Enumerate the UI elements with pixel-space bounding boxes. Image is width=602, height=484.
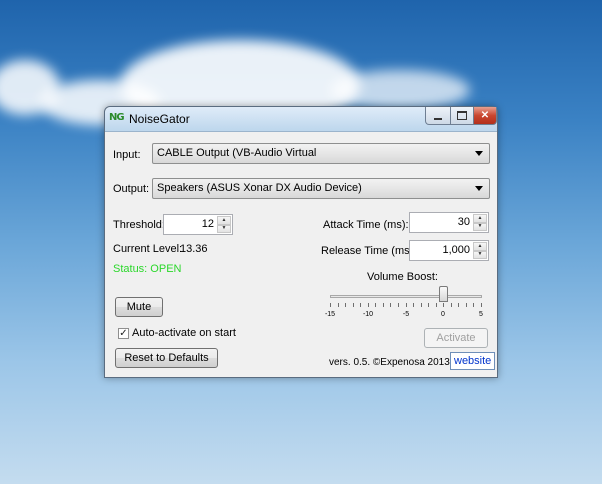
slider-tick <box>368 303 369 307</box>
slider-thumb[interactable] <box>439 286 448 302</box>
minimize-icon <box>434 117 442 120</box>
slider-tick <box>398 303 399 307</box>
slider-tick-label: -5 <box>402 311 410 318</box>
threshold-label: Threshold: <box>113 219 165 231</box>
close-button[interactable]: ✕ <box>473 107 497 125</box>
slider-tick <box>406 303 407 307</box>
window-title: NoiseGator <box>129 112 190 126</box>
slider-tick <box>451 303 452 307</box>
ng-logo-icon: NG <box>109 112 125 123</box>
input-device-value: CABLE Output (VB-Audio Virtual <box>157 147 317 159</box>
spin-up-icon[interactable]: ▲ <box>217 216 231 225</box>
slider-track <box>330 295 482 298</box>
auto-activate-checkbox[interactable]: ✓ <box>118 328 129 339</box>
slider-tick-label: -10 <box>362 311 374 318</box>
chevron-down-icon <box>475 151 483 156</box>
output-device-value: Speakers (ASUS Xonar DX Audio Device) <box>157 182 362 194</box>
mute-button[interactable]: Mute <box>115 297 163 317</box>
release-time-value: 1,000 <box>442 244 470 256</box>
noisegator-window: NG NoiseGator ✕ Input: CABLE Output (VB-… <box>104 106 498 378</box>
volume-boost-label: Volume Boost: <box>367 271 438 283</box>
slider-tick <box>338 303 339 307</box>
slider-tick <box>466 303 467 307</box>
close-icon: ✕ <box>480 110 490 121</box>
slider-tick <box>390 303 391 307</box>
spin-up-icon[interactable]: ▲ <box>473 214 487 223</box>
release-time-stepper[interactable]: 1,000 ▲ ▼ <box>409 240 489 261</box>
cloud <box>330 70 470 110</box>
spin-up-icon[interactable]: ▲ <box>473 242 487 251</box>
spin-down-icon[interactable]: ▼ <box>217 224 231 233</box>
slider-tick <box>330 303 331 307</box>
slider-tick <box>458 303 459 307</box>
input-label: Input: <box>113 149 141 161</box>
slider-tick <box>428 303 429 307</box>
activate-button[interactable]: Activate <box>424 328 488 348</box>
current-level-value: 13.36 <box>180 243 208 255</box>
chevron-down-icon <box>475 186 483 191</box>
threshold-value: 12 <box>201 218 214 230</box>
slider-tick <box>436 303 437 307</box>
slider-tick <box>481 303 482 307</box>
slider-tick <box>421 303 422 307</box>
spin-down-icon[interactable]: ▼ <box>473 222 487 231</box>
current-level-label: Current Level: <box>113 243 183 255</box>
status-text: Status: OPEN <box>113 263 182 275</box>
spin-down-icon[interactable]: ▼ <box>473 250 487 259</box>
version-text: vers. 0.5. ©Expenosa 2013. <box>329 357 453 368</box>
reset-defaults-button[interactable]: Reset to Defaults <box>115 348 218 368</box>
slider-tick <box>473 303 474 307</box>
input-device-select[interactable]: CABLE Output (VB-Audio Virtual <box>152 143 490 164</box>
maximize-icon <box>457 111 467 120</box>
minimize-button[interactable] <box>425 107 451 125</box>
maximize-button[interactable] <box>450 107 474 125</box>
slider-tick-label: 0 <box>441 311 445 318</box>
output-label: Output: <box>113 183 150 195</box>
slider-tick <box>413 303 414 307</box>
slider-tick-label: -15 <box>324 311 336 318</box>
output-device-select[interactable]: Speakers (ASUS Xonar DX Audio Device) <box>152 178 490 199</box>
slider-tick <box>353 303 354 307</box>
website-link[interactable]: website <box>450 352 496 370</box>
slider-tick <box>375 303 376 307</box>
threshold-stepper[interactable]: 12 ▲ ▼ <box>163 214 233 235</box>
attack-time-label: Attack Time (ms): <box>323 219 409 231</box>
attack-time-value: 30 <box>457 216 470 228</box>
slider-tick <box>383 303 384 307</box>
slider-tick <box>345 303 346 307</box>
auto-activate-label: Auto-activate on start <box>132 327 236 339</box>
slider-tick-label: 5 <box>479 311 483 318</box>
release-time-label: Release Time (ms): <box>321 245 417 257</box>
slider-tick <box>443 303 444 307</box>
title-bar[interactable]: NG NoiseGator ✕ <box>105 107 497 132</box>
slider-tick <box>360 303 361 307</box>
attack-time-stepper[interactable]: 30 ▲ ▼ <box>409 212 489 233</box>
